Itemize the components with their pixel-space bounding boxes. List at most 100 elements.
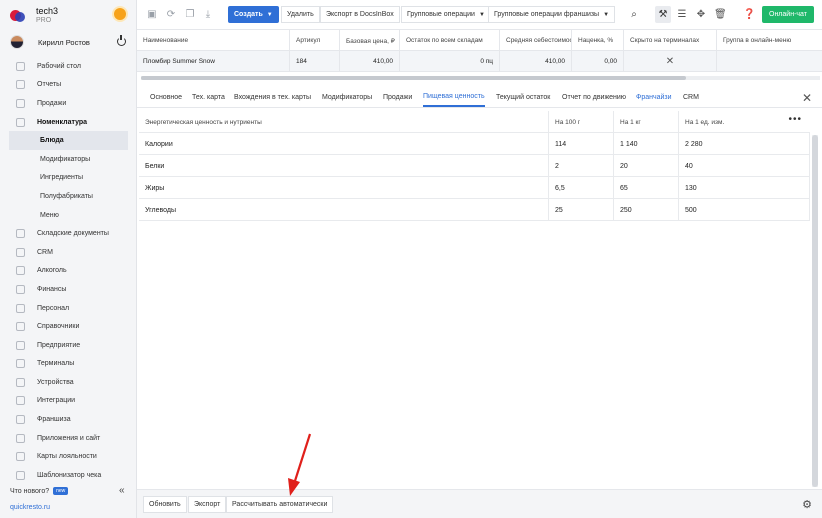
help-icon[interactable]: ❓ — [743, 10, 755, 20]
sidebar-item-label: Предприятие — [37, 341, 81, 349]
tab-tech-card[interactable]: Тех. карта — [192, 88, 225, 107]
cell-per-1kg[interactable]: 20 — [614, 155, 679, 177]
sidebar-subitem-menu[interactable]: Меню — [0, 206, 137, 225]
cell-per-unit[interactable]: 40 — [679, 155, 810, 177]
cell-nutrient: Белки — [139, 155, 549, 177]
brand[interactable]: tech3 PRO — [10, 6, 58, 26]
save-icon[interactable]: ▣ — [147, 10, 157, 20]
site-link[interactable]: quickresto.ru — [10, 504, 50, 511]
online-chat-button[interactable]: Онлайн-чат — [762, 6, 814, 23]
table-row[interactable]: Белки 2 20 40 — [139, 155, 810, 177]
tab-movement-report[interactable]: Отчет по движению — [562, 88, 626, 107]
sidebar-item-finance[interactable]: Финансы — [0, 280, 137, 299]
cell-per-100g[interactable]: 25 — [549, 199, 614, 221]
sidebar-item-dashboard[interactable]: Рабочий стол — [0, 57, 137, 76]
cell-per-unit[interactable]: 500 — [679, 199, 810, 221]
cell-per-unit[interactable]: 130 — [679, 177, 810, 199]
sidebar-subitem-ingredients[interactable]: Ингредиенты — [0, 169, 137, 188]
power-icon[interactable] — [117, 35, 126, 46]
whats-new-link[interactable]: Что нового? new — [10, 487, 69, 495]
sidebar-item-devices[interactable]: Устройства — [0, 373, 137, 392]
column-header-markup[interactable]: Наценка, % — [572, 30, 624, 51]
sidebar-item-enterprise[interactable]: Предприятие — [0, 336, 137, 355]
sidebar-item-label: Шаблонизатор чека — [37, 471, 102, 479]
column-header-name[interactable]: Наименование — [137, 30, 290, 51]
tab-sales[interactable]: Продажи — [383, 88, 412, 107]
table-row[interactable]: Пломбир Summer Snow 184 410,00 0 пц 410,… — [137, 51, 822, 72]
book-icon — [16, 322, 25, 332]
create-button[interactable]: Создать ▼ — [228, 6, 279, 23]
scrollbar-thumb[interactable] — [141, 76, 686, 80]
table-row[interactable]: Калории 114 1 140 2 280 — [139, 133, 810, 155]
sidebar-item-loyalty[interactable]: Карты лояльности — [0, 447, 137, 466]
download-icon[interactable]: ⤓ — [203, 10, 213, 20]
cell-per-100g[interactable]: 114 — [549, 133, 614, 155]
column-header-online-group[interactable]: Группа в онлайн-меню — [717, 30, 822, 51]
sidebar-item-integrations[interactable]: Интеграции — [0, 392, 137, 411]
export-button[interactable]: Экспорт — [188, 496, 227, 513]
cell-per-100g[interactable]: 2 — [549, 155, 614, 177]
move-icon[interactable]: ✥ — [696, 10, 706, 20]
refresh-button[interactable]: Обновить — [143, 496, 187, 513]
sidebar-subitem-semifinished[interactable]: Полуфабрикаты — [0, 187, 137, 206]
sidebar-item-sales[interactable]: Продажи — [0, 94, 137, 113]
column-header-stock[interactable]: Остаток по всем складам — [400, 30, 500, 51]
column-header-base-price[interactable]: Базовая цена, ₽ — [340, 30, 400, 51]
sidebar-item-references[interactable]: Справочники — [0, 317, 137, 336]
cell-per-unit[interactable]: 2 280 — [679, 133, 810, 155]
tab-main[interactable]: Основное — [150, 88, 182, 107]
user-profile[interactable]: Кирилл Ростов — [10, 34, 128, 50]
vertical-scrollbar[interactable] — [812, 135, 818, 487]
tab-modifiers[interactable]: Модификаторы — [322, 88, 372, 107]
copy-icon[interactable]: ❐ — [185, 10, 195, 20]
trash-icon[interactable]: 🗑 — [714, 10, 727, 20]
tab-nutrition[interactable]: Пищевая ценность — [423, 88, 485, 107]
scrollbar-thumb[interactable] — [812, 135, 818, 487]
sidebar-item-receipt-templates[interactable]: Шаблонизатор чека — [0, 466, 137, 485]
tab-crm[interactable]: CRM — [683, 88, 699, 107]
finance-icon — [16, 284, 25, 294]
cell-per-100g[interactable]: 6,5 — [549, 177, 614, 199]
delete-button[interactable]: Удалить — [281, 6, 320, 23]
sidebar-item-label: Приложения и сайт — [37, 434, 101, 442]
group-operations-dropdown[interactable]: Групповые операции ▼ — [401, 6, 491, 23]
sidebar-item-nomenclature[interactable]: Номенклатура — [0, 113, 137, 132]
column-header-hidden-terminals[interactable]: Скрыто на терминалах — [624, 30, 717, 51]
tab-franchisee[interactable]: Франчайзи — [636, 88, 672, 107]
auto-calculate-button[interactable]: Рассчитывать автоматически — [226, 496, 334, 513]
table-row[interactable]: Жиры 6,5 65 130 — [139, 177, 810, 199]
cell-per-1kg[interactable]: 250 — [614, 199, 679, 221]
close-icon[interactable]: ✕ — [802, 91, 812, 105]
sidebar-item-warehouse-docs[interactable]: Складские документы — [0, 224, 137, 243]
sidebar-item-terminals[interactable]: Терминалы — [0, 355, 137, 374]
column-header-avg-cost[interactable]: Средняя себестоимость — [500, 30, 572, 51]
search-icon[interactable]: ⌕ — [629, 10, 639, 20]
sidebar-item-label: Отчеты — [37, 81, 62, 89]
group-operations-franchise-dropdown[interactable]: Групповые операции франшизы ▼ — [488, 6, 616, 23]
sidebar-item-reports[interactable]: Отчеты — [0, 76, 137, 95]
refresh-icon[interactable]: ⟳ — [166, 10, 176, 20]
sidebar-item-apps[interactable]: Приложения и сайт — [0, 429, 137, 448]
sidebar-item-franchise[interactable]: Франшиза — [0, 410, 137, 429]
sidebar-item-alcohol[interactable]: Алкоголь — [0, 262, 137, 281]
list-icon[interactable]: ☰ — [677, 10, 687, 20]
theme-sun-icon[interactable] — [114, 8, 126, 20]
export-docsinbox-button[interactable]: Экспорт в DocsInBox — [320, 6, 400, 23]
sidebar-item-crm[interactable]: CRM — [0, 243, 137, 262]
column-header-article[interactable]: Артикул — [290, 30, 340, 51]
more-options-icon[interactable]: ••• — [788, 114, 802, 125]
table-row[interactable]: Углеводы 25 250 500 — [139, 199, 810, 221]
sliders-icon[interactable]: ⚙ — [802, 498, 812, 511]
horizontal-scrollbar[interactable] — [141, 76, 820, 80]
sidebar-item-staff[interactable]: Персонал — [0, 299, 137, 318]
cell-stock: 0 пц — [400, 51, 500, 72]
cell-per-1kg[interactable]: 1 140 — [614, 133, 679, 155]
tab-tech-card-entries[interactable]: Вхождения в тех. карты — [234, 88, 311, 107]
tab-current-stock[interactable]: Текущий остаток — [496, 88, 550, 107]
cell-per-1kg[interactable]: 65 — [614, 177, 679, 199]
brand-name: tech3 — [36, 6, 59, 16]
sidebar-subitem-dishes[interactable]: Блюда — [9, 131, 128, 150]
tag-icon — [16, 117, 25, 127]
collapse-sidebar-icon[interactable]: « — [119, 485, 125, 496]
sidebar-subitem-modifiers[interactable]: Модификаторы — [0, 150, 137, 169]
